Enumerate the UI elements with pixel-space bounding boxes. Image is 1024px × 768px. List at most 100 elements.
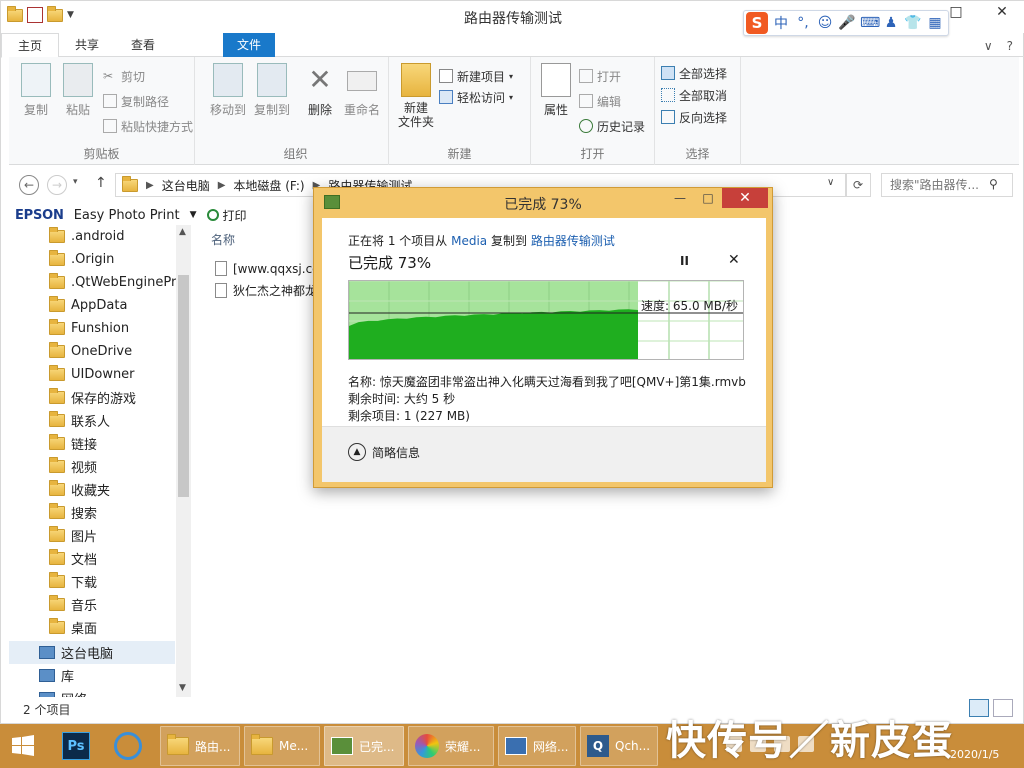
nav-item[interactable]: AppData xyxy=(9,294,175,317)
breadcrumb-drive[interactable]: 本地磁盘 (F:) xyxy=(233,177,304,194)
nav-network[interactable]: 网络 xyxy=(9,687,175,697)
nav-item[interactable]: 桌面 xyxy=(9,616,175,639)
move-to-button[interactable]: 移动到 xyxy=(205,63,251,118)
nav-this-pc[interactable]: 这台电脑 xyxy=(9,641,175,664)
copy-to-button[interactable]: 复制到 xyxy=(249,63,295,118)
chevron-down-icon[interactable]: ▼ xyxy=(190,210,197,220)
tab-home[interactable]: 主页 xyxy=(1,33,60,58)
ime-item[interactable]: °, xyxy=(794,15,812,31)
delete-button[interactable]: ✕ 删除 xyxy=(297,63,343,118)
details-view-button[interactable] xyxy=(969,699,989,717)
history-button[interactable]: 历史记录 xyxy=(579,116,645,136)
photoshop-taskbar-button[interactable]: Ps xyxy=(56,726,96,766)
pause-button[interactable]: II xyxy=(680,254,689,268)
column-header-name[interactable]: 名称 xyxy=(211,231,235,248)
destination-link[interactable]: 路由器传输测试 xyxy=(531,234,615,248)
move-to-label: 移动到 xyxy=(209,103,246,117)
print-button[interactable]: 打印 xyxy=(206,207,247,224)
file-item[interactable]: [www.qqxsj.co xyxy=(215,261,320,276)
properties-button[interactable]: 属性 xyxy=(533,63,579,118)
copy-button[interactable]: 复制 xyxy=(13,63,59,118)
tab-file[interactable]: 文件 xyxy=(223,33,276,57)
folder-icon xyxy=(49,526,65,542)
nav-libraries[interactable]: 库 xyxy=(9,664,175,687)
ime-item[interactable]: 👕 xyxy=(904,15,922,31)
new-folder-button[interactable]: 新建 文件夹 xyxy=(393,63,439,129)
copy-path-button[interactable]: 复制路径 xyxy=(103,91,169,111)
tab-share[interactable]: 共享 xyxy=(59,33,115,56)
taskbar-explorer-2[interactable]: Me... xyxy=(244,726,320,766)
taskbar-qchat[interactable]: Q Qch... xyxy=(580,726,658,766)
ie-taskbar-button[interactable] xyxy=(108,726,152,766)
new-item-button[interactable]: 新建项目 ▾ xyxy=(439,66,513,86)
large-icons-view-button[interactable] xyxy=(993,699,1013,717)
sogou-logo-icon[interactable]: S xyxy=(746,12,768,34)
nav-item[interactable]: 视频 xyxy=(9,455,175,478)
group-label: 选择 xyxy=(685,147,710,161)
copy-progress-dialog: 已完成 73% — □ ✕ 正在将 1 个项目从 Media 复制到 路由器传输… xyxy=(313,187,773,488)
clock-date[interactable]: 2020/1/5 xyxy=(950,748,999,761)
up-arrow-icon[interactable]: ↑ xyxy=(95,175,107,191)
forward-button[interactable]: → xyxy=(47,175,67,195)
minimize-button[interactable]: — xyxy=(666,188,694,208)
paste-button[interactable]: 粘贴 xyxy=(55,63,101,118)
cancel-copy-button[interactable]: ✕ xyxy=(728,252,740,268)
nav-item[interactable]: OneDrive xyxy=(9,340,175,363)
nav-item[interactable]: .android xyxy=(9,225,175,248)
search-icon[interactable]: ⚲ xyxy=(989,177,1011,191)
nav-item[interactable]: 收藏夹 xyxy=(9,478,175,501)
invert-selection-button[interactable]: 反向选择 xyxy=(661,107,727,127)
select-none-button[interactable]: 全部取消 xyxy=(661,85,727,105)
edit-button[interactable]: 编辑 xyxy=(579,91,621,111)
ime-item[interactable]: ▦ xyxy=(926,15,944,31)
refresh-button[interactable]: ⟳ xyxy=(845,173,871,197)
scroll-thumb[interactable] xyxy=(178,275,189,497)
nav-item[interactable]: 搜索 xyxy=(9,501,175,524)
close-button[interactable]: ✕ xyxy=(722,188,768,208)
nav-scrollbar[interactable]: ▲ ▼ xyxy=(176,225,191,697)
nav-item[interactable]: 联系人 xyxy=(9,409,175,432)
ime-item[interactable]: ☺ xyxy=(816,15,834,31)
rename-button[interactable]: 重命名 xyxy=(339,63,385,118)
recent-locations-icon[interactable]: ▾ xyxy=(73,177,78,187)
fewer-details-button[interactable]: ▲ 简略信息 xyxy=(348,443,420,461)
file-item[interactable]: 狄仁杰之神都龙 xyxy=(215,282,317,299)
help-icon[interactable]: ? xyxy=(1007,39,1013,53)
ime-item[interactable]: ♟ xyxy=(882,15,900,31)
nav-item[interactable]: .QtWebEngineProc xyxy=(9,271,191,294)
nav-item[interactable]: .Origin xyxy=(9,248,175,271)
ime-item[interactable]: 🎤 xyxy=(838,15,856,31)
nav-item[interactable]: Funshion xyxy=(9,317,175,340)
computer-icon xyxy=(39,646,55,659)
scroll-down-icon[interactable]: ▼ xyxy=(179,683,186,693)
nav-item[interactable]: 保存的游戏 xyxy=(9,386,175,409)
nav-item[interactable]: 下载 xyxy=(9,570,175,593)
select-all-button[interactable]: 全部选择 xyxy=(661,63,727,83)
taskbar-honor[interactable]: 荣耀... xyxy=(408,726,494,766)
tab-view[interactable]: 查看 xyxy=(115,33,171,56)
address-dropdown-icon[interactable]: ∨ xyxy=(827,177,834,188)
easy-photo-print-button[interactable]: Easy Photo Print xyxy=(74,208,180,223)
nav-item[interactable]: 文档 xyxy=(9,547,175,570)
nav-item[interactable]: 图片 xyxy=(9,524,175,547)
easy-access-button[interactable]: 轻松访问 ▾ xyxy=(439,87,513,107)
ribbon-collapse-icon[interactable]: ∨ xyxy=(984,39,993,53)
taskbar-network[interactable]: 网络... xyxy=(498,726,576,766)
back-button[interactable]: ← xyxy=(19,175,39,195)
cut-button[interactable]: ✂ 剪切 xyxy=(103,66,145,86)
taskbar-copy-dialog[interactable]: 已完... xyxy=(324,726,404,766)
nav-item[interactable]: 链接 xyxy=(9,432,175,455)
close-button[interactable]: ✕ xyxy=(979,1,1024,23)
taskbar-explorer-1[interactable]: 路由... xyxy=(160,726,240,766)
open-button[interactable]: 打开 xyxy=(579,66,621,86)
nav-item[interactable]: UIDowner xyxy=(9,363,175,386)
paste-shortcut-button[interactable]: 粘贴快捷方式 xyxy=(103,116,193,136)
maximize-button[interactable]: □ xyxy=(694,188,722,208)
scroll-up-icon[interactable]: ▲ xyxy=(179,227,186,237)
nav-item[interactable]: 音乐 xyxy=(9,593,175,616)
source-link[interactable]: Media xyxy=(451,234,487,248)
ime-item[interactable]: ⌨ xyxy=(860,15,880,31)
breadcrumb-this-pc[interactable]: 这台电脑 xyxy=(162,177,210,194)
windows-start-button[interactable] xyxy=(8,732,38,760)
ime-item[interactable]: 中 xyxy=(772,13,790,33)
